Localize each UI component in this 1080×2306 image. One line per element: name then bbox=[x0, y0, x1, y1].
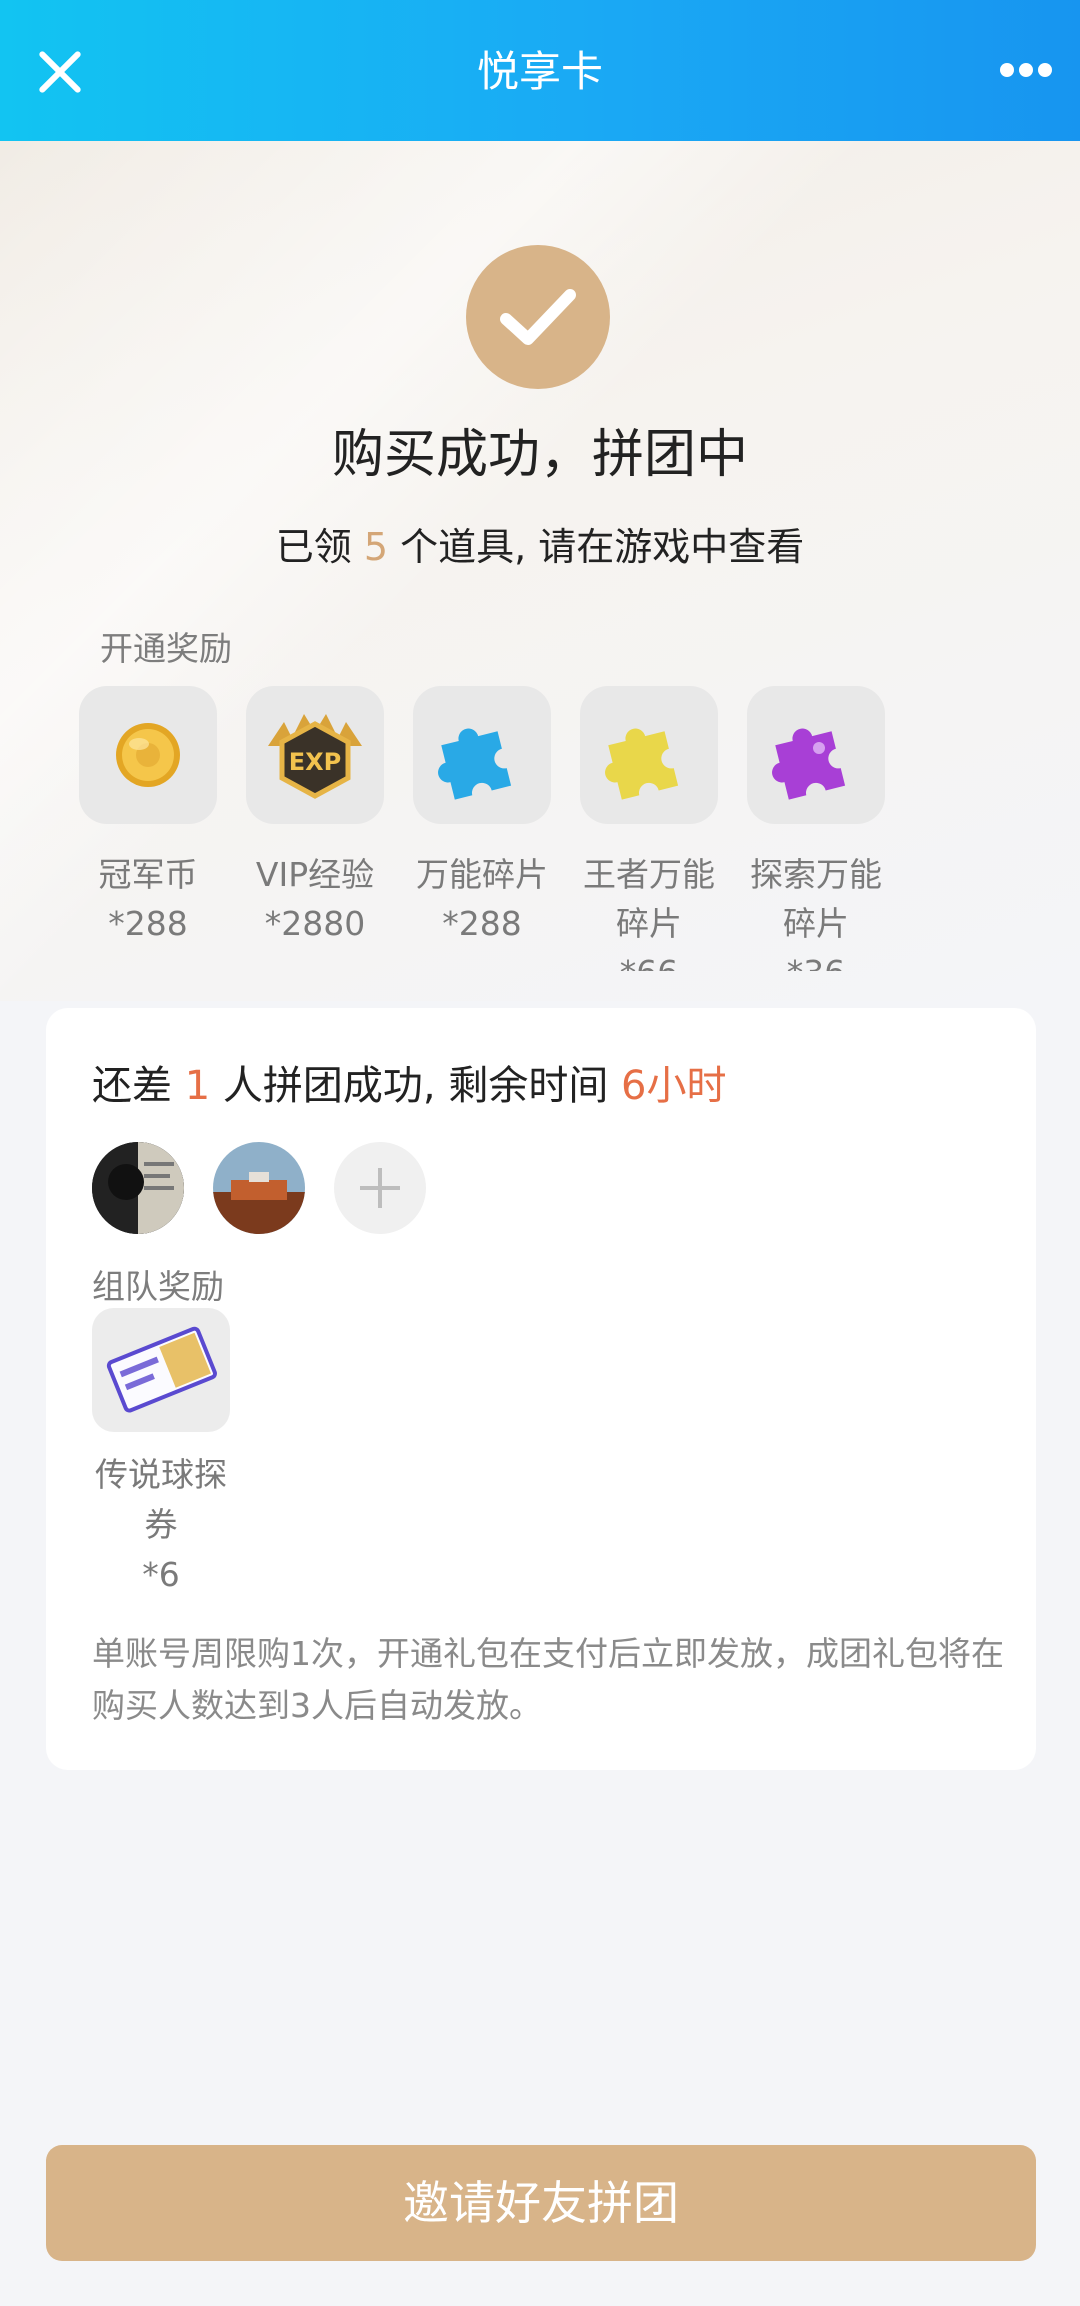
open-rewards-list: 冠军币 *288 EXP VIP经验 *2880 万能碎片 *288 王者万能碎… bbox=[79, 686, 1059, 971]
check-icon bbox=[466, 245, 610, 389]
yellow-puzzle-icon bbox=[580, 686, 718, 824]
open-rewards-label: 开通奖励 bbox=[100, 629, 232, 668]
avatar[interactable] bbox=[92, 1142, 184, 1234]
purple-puzzle-icon bbox=[747, 686, 885, 824]
items-count: 5 bbox=[363, 525, 389, 569]
items-received-text: 已领 5 个道具, 请在游戏中查看 bbox=[275, 525, 805, 569]
team-card: 还差 1 人拼团成功, 剩余时间 6小时 组队奖励 传说球探券 *6 单账号周限… bbox=[46, 1008, 1036, 1770]
ticket-reward-text: 传说球探券 *6 bbox=[95, 1455, 227, 1594]
reward-item[interactable]: 探索万能碎片 *36 bbox=[747, 686, 885, 971]
gold-coin-icon bbox=[79, 686, 217, 824]
top-bar: 悦享卡 bbox=[0, 0, 1080, 141]
reward-item[interactable]: 冠军币 *288 bbox=[79, 686, 217, 948]
more-dots-icon[interactable] bbox=[1000, 62, 1058, 80]
purchase-notice: 单账号周限购1次，开通礼包在支付后立即发放，成团礼包将在购买人数达到3人后自动发… bbox=[92, 1634, 1004, 1725]
invite-friends-button[interactable]: 邀请好友拼团 bbox=[46, 2145, 1036, 2261]
reward-item[interactable]: EXP VIP经验 *2880 bbox=[246, 686, 384, 948]
exp-badge-icon: EXP bbox=[246, 686, 384, 824]
team-status-text: 还差 1 人拼团成功, 剩余时间 6小时 bbox=[92, 1063, 727, 1109]
remaining-time: 6小时 bbox=[621, 1063, 727, 1109]
add-member-icon[interactable] bbox=[334, 1142, 426, 1234]
reward-item[interactable]: 王者万能碎片 *66 bbox=[580, 686, 718, 971]
ticket-icon[interactable] bbox=[92, 1308, 230, 1432]
reward-item[interactable]: 万能碎片 *288 bbox=[413, 686, 551, 948]
purchase-success-title: 购买成功，拼团中 bbox=[331, 425, 748, 485]
page-title: 悦享卡 bbox=[476, 47, 603, 96]
svg-text:EXP: EXP bbox=[289, 748, 342, 776]
blue-puzzle-icon bbox=[413, 686, 551, 824]
avatar[interactable] bbox=[213, 1142, 305, 1234]
team-rewards-label: 组队奖励 bbox=[92, 1267, 224, 1306]
remaining-count: 1 bbox=[184, 1063, 211, 1109]
